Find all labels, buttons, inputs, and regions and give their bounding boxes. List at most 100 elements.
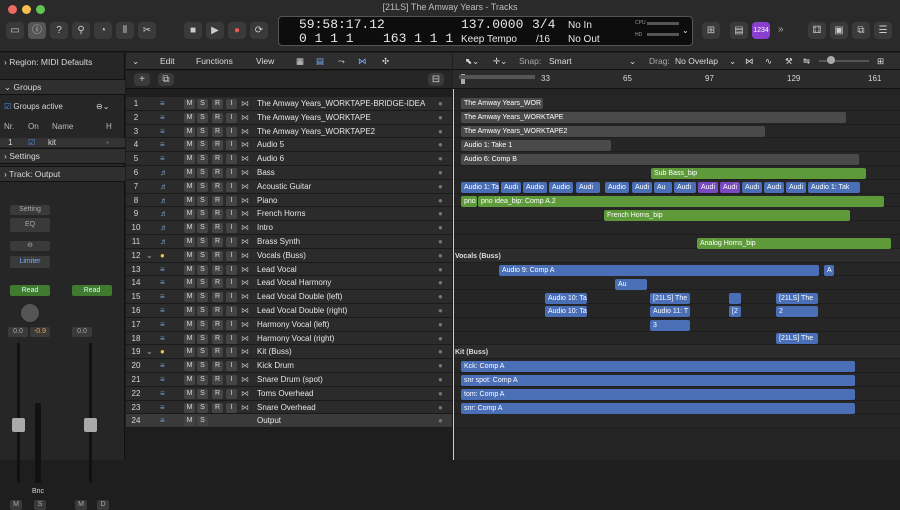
region[interactable]: Sub Bass_bip [651,168,866,179]
mute-button[interactable]: M [184,112,195,123]
input-monitor-button[interactable]: I [226,361,237,372]
automation-read-button[interactable]: Read [10,285,50,296]
track-name[interactable]: The Amway Years_WORKTAPE2 [257,127,375,136]
duplicate-track-icon[interactable]: ⧉ [158,73,174,86]
zoom-slider-icon[interactable]: ⇋ [803,56,810,67]
catch-icon[interactable]: ⤳ [338,56,345,67]
mute-button[interactable]: M [184,195,195,206]
mute-button[interactable]: M [184,292,195,303]
notes-icon[interactable]: ☰ [874,22,892,39]
bowtie-icon[interactable]: ⋈ [241,99,249,108]
arrange-lane[interactable] [453,221,900,235]
global-tracks-icon[interactable]: ⊟ [428,73,444,86]
region[interactable]: Audi [501,182,521,193]
solo-button[interactable]: S [197,347,208,358]
input-monitor-button[interactable]: I [226,209,237,220]
inspector-icon[interactable]: ⓘ [28,22,46,39]
bowtie-icon[interactable]: ⋈ [241,403,249,412]
record-enable-button[interactable]: R [212,264,223,275]
solo-button[interactable]: S [197,402,208,413]
record-enable-button[interactable]: R [212,237,223,247]
region[interactable]: Audio [549,182,573,193]
track-row[interactable]: 17 ≡ M S R I ⋈ Harmony Vocal (left) ● [126,317,452,332]
track-row[interactable]: 19 ⌄ ● M S R I ⋈ Kit (Buss) ● [126,345,452,360]
input-monitor-button[interactable]: I [226,375,237,385]
track-row[interactable]: 4 ≡ M S R I ⋈ Audio 5 ● [126,138,452,153]
input-monitor-button[interactable]: I [226,181,237,192]
link-icon[interactable]: ⊖ [10,241,50,251]
arrange-lane[interactable] [453,345,900,360]
input-monitor-button[interactable]: I [226,250,237,261]
track-name[interactable]: Harmony Vocal (right) [257,334,334,343]
region[interactable]: [2 [729,306,741,317]
region[interactable]: Au [654,182,672,193]
list-view-icon[interactable]: ▤ [316,56,324,67]
region[interactable]: tom: Comp A [461,389,855,400]
input-monitor-button[interactable]: I [226,99,237,109]
mute-button[interactable]: M [184,99,195,109]
input-monitor-button[interactable]: I [226,333,237,344]
region[interactable]: Audi [576,182,600,193]
groups-section[interactable]: ⌄ Groups [0,79,125,95]
chevron-right-icon[interactable]: » [778,24,784,35]
region[interactable]: snr: Comp A [461,403,855,414]
bowtie-icon[interactable]: ⋈ [241,223,249,232]
smart-controls-icon[interactable]: ◔ [94,22,112,39]
drag-select[interactable]: No Overlap [675,56,718,66]
solo-button[interactable]: S [197,375,208,385]
arrange-lane[interactable] [453,276,900,291]
solo-button[interactable]: S [197,306,208,316]
solo-button[interactable]: S [197,416,208,427]
region[interactable]: Au [615,279,647,290]
region[interactable]: Audio 10: Ta [545,293,587,304]
mute-button[interactable]: M [184,154,195,165]
region[interactable]: The Amway Years_WORKTAPE [461,112,846,123]
record-enable-button[interactable]: R [212,195,223,206]
functions-menu[interactable]: Functions [196,56,233,66]
region[interactable]: Audio 1: Tak [461,182,499,193]
bowtie-icon[interactable]: ⋈ [241,361,249,370]
dim-button[interactable]: D [97,500,109,510]
help-icon[interactable]: ? [50,22,68,39]
region[interactable]: Analog Horns_bip [697,238,891,249]
solo-button[interactable]: S [197,319,208,330]
mute-button[interactable]: M [184,347,195,358]
input-monitor-button[interactable]: I [226,319,237,330]
setting-button[interactable]: Setting [10,205,50,215]
mute-button[interactable]: M [184,250,195,261]
bounce-label[interactable]: Bnc [32,488,44,495]
zoom-slider-thumb[interactable] [827,56,835,64]
region[interactable]: pno [461,196,477,207]
region[interactable]: [21LS] The [776,293,818,304]
region[interactable]: Audio 10: Ta [545,306,587,317]
lcd-display[interactable]: 59:58:17.12 0 1 1 1 163 1 1 1 137.0000 K… [278,16,693,46]
input-monitor-button[interactable]: I [226,168,237,178]
mute-button[interactable]: M [184,361,195,372]
bowtie-icon[interactable]: ⋈ [241,209,249,218]
record-enable-button[interactable]: R [212,375,223,385]
bowtie-icon[interactable]: ⋈ [241,347,249,356]
wrench-icon[interactable]: ⚒ [785,56,793,67]
region[interactable]: [21LS] The [650,293,690,304]
record-enable-button[interactable]: R [212,306,223,316]
add-track-button[interactable]: + [134,73,150,86]
track-row[interactable]: 24 ≡ M S Output ● [126,414,452,429]
pencil-tool-icon[interactable]: ✛⌄ [493,56,507,67]
track-name[interactable]: Lead Vocal [257,265,297,274]
input-monitor-button[interactable]: I [226,140,237,151]
record-enable-button[interactable]: R [212,209,223,220]
input-monitor-button[interactable]: I [226,126,237,137]
cycle-region[interactable] [459,75,535,79]
record-enable-button[interactable]: R [212,168,223,178]
record-enable-button[interactable]: R [212,99,223,109]
region-header[interactable]: › Region: MIDI Defaults [0,57,125,67]
library-icon[interactable]: ▭ [6,22,24,39]
track-row[interactable]: 11 ♬ M S R I ⋈ Brass Synth ● [126,235,452,249]
region[interactable]: Audi [698,182,718,193]
solo-button[interactable]: S [197,154,208,165]
volume-fader[interactable] [12,418,25,432]
snap-select[interactable]: Smart [549,56,572,66]
solo-button[interactable]: S [197,250,208,261]
volume-fader-2[interactable] [84,418,97,432]
mute-button[interactable]: M [184,375,195,385]
